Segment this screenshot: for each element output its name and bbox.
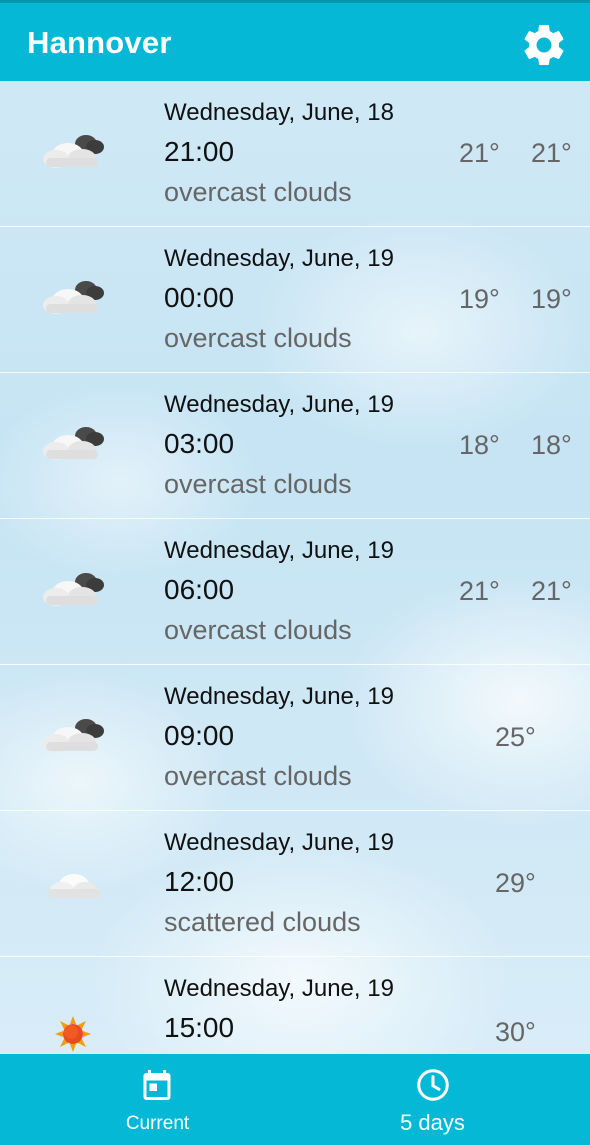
temp: 30°: [495, 1017, 536, 1047]
forecast-date: Wednesday, June, 19: [164, 391, 394, 418]
forecast-row[interactable]: Wednesday, June, 19 09:00 overcast cloud…: [0, 665, 590, 811]
forecast-date: Wednesday, June, 18: [164, 99, 394, 126]
nav-5-days[interactable]: 5 days: [285, 1054, 580, 1145]
forecast-row[interactable]: Wednesday, June, 19 12:00 scattered clou…: [0, 811, 590, 957]
temp-min: 21°: [459, 576, 500, 606]
forecast-date: Wednesday, June, 19: [164, 975, 394, 1002]
forecast-row[interactable]: Wednesday, June, 19 03:00 overcast cloud…: [0, 373, 590, 519]
forecast-date: Wednesday, June, 19: [164, 537, 394, 564]
forecast-time: 03:00: [164, 428, 235, 459]
settings-button[interactable]: [519, 20, 569, 70]
forecast-description: scattered clouds: [164, 907, 361, 937]
forecast-time: 12:00: [164, 866, 235, 897]
temp-min: 18°: [459, 430, 500, 460]
overcast-clouds-icon: [40, 125, 110, 175]
forecast-time: 15:00: [164, 1012, 235, 1043]
forecast-row[interactable]: Wednesday, June, 18 21:00 overcast cloud…: [0, 81, 590, 227]
temp-min: 19°: [459, 284, 500, 314]
forecast-date: Wednesday, June, 19: [164, 829, 394, 856]
sun-icon: [40, 1009, 110, 1054]
temp-max: 18°: [531, 430, 572, 460]
forecast-row[interactable]: Wednesday, June, 19 00:00 overcast cloud…: [0, 227, 590, 373]
forecast-list[interactable]: Wednesday, June, 18 21:00 overcast cloud…: [0, 81, 590, 1054]
city-title: Hannover: [27, 25, 172, 60]
forecast-description: overcast clouds: [164, 177, 352, 207]
forecast-description: overcast clouds: [164, 615, 352, 645]
forecast-description: overcast clouds: [164, 469, 352, 499]
temp-max: 21°: [531, 138, 572, 168]
forecast-description: overcast clouds: [164, 323, 352, 353]
overcast-clouds-icon: [40, 271, 110, 321]
temp-max: 21°: [531, 576, 572, 606]
forecast-time: 09:00: [164, 720, 235, 751]
forecast-description: overcast clouds: [164, 761, 352, 791]
overcast-clouds-icon: [40, 417, 110, 467]
forecast-row[interactable]: Wednesday, June, 19 06:00 overcast cloud…: [0, 519, 590, 665]
nav-5-days-label: 5 days: [400, 1110, 465, 1135]
clock-icon: [415, 1067, 451, 1103]
scattered-clouds-icon: [40, 855, 110, 905]
temp-max: 19°: [531, 284, 572, 314]
forecast-date: Wednesday, June, 19: [164, 683, 394, 710]
forecast-time: 00:00: [164, 282, 235, 313]
forecast-time: 21:00: [164, 136, 235, 167]
bottom-navigation: Current 5 days: [0, 1054, 590, 1145]
nav-current-label: Current: [125, 1113, 190, 1134]
overcast-clouds-icon: [40, 563, 110, 613]
calendar-icon: [139, 1067, 175, 1103]
overcast-clouds-icon: [40, 709, 110, 759]
gear-icon: [524, 24, 564, 66]
temp: 25°: [495, 722, 536, 752]
temp-min: 21°: [459, 138, 500, 168]
forecast-row[interactable]: Wednesday, June, 19 15:00 30°: [0, 957, 590, 1054]
forecast-date: Wednesday, June, 19: [164, 245, 394, 272]
app-header: Hannover: [0, 0, 590, 81]
forecast-time: 06:00: [164, 574, 235, 605]
nav-current[interactable]: Current: [10, 1054, 305, 1145]
temp: 29°: [495, 868, 536, 898]
